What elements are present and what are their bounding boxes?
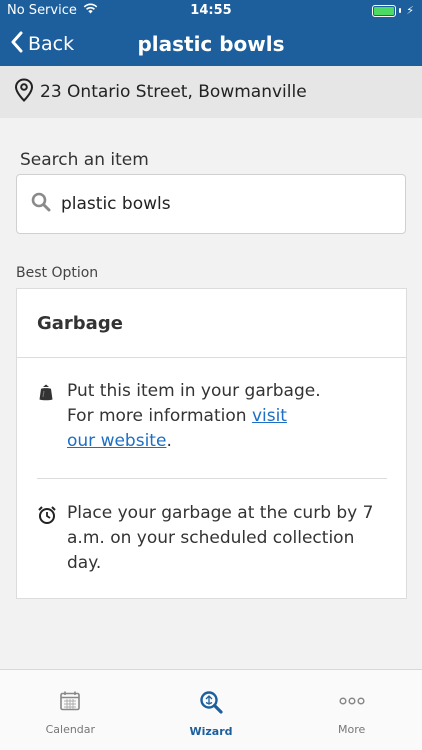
status-bar: No Service 14:55 ⚡	[0, 0, 422, 22]
battery-indicator: ⚡	[372, 4, 414, 17]
schedule-row: Place your garbage at the curb by 7 a.m.…	[37, 501, 387, 576]
tab-label: Calendar	[45, 723, 96, 736]
tab-bar: Calendar Wizard More	[0, 669, 422, 750]
schedule-text: Place your garbage at the curb by 7 a.m.…	[67, 503, 374, 573]
result-card: Garbage Put this item in your garbage. F…	[16, 288, 407, 599]
navigation-bar: plastic bowls Back	[0, 22, 422, 66]
alarm-clock-icon	[37, 501, 57, 576]
address-text: 23 Ontario Street, Bowmanville	[40, 82, 307, 102]
status-time: 14:55	[190, 3, 232, 18]
instruction-row: Put this item in your garbage. For more …	[37, 379, 387, 454]
chevron-left-icon	[10, 31, 24, 58]
website-link[interactable]: our website	[67, 431, 166, 451]
search-value: plastic bowls	[61, 194, 171, 214]
instruction-suffix: .	[166, 431, 172, 451]
location-pin-icon	[14, 77, 34, 107]
garbage-bag-icon	[37, 379, 57, 454]
tab-calendar[interactable]: Calendar	[0, 670, 141, 750]
tab-label: More	[338, 723, 366, 736]
search-icon	[31, 192, 51, 217]
tab-wizard[interactable]: Wizard	[141, 670, 282, 750]
instruction-line1: Put this item in your garbage.	[67, 381, 321, 401]
charging-bolt-icon: ⚡	[406, 4, 414, 17]
tab-label: Wizard	[189, 725, 233, 738]
back-button[interactable]: Back	[10, 22, 74, 66]
tab-more[interactable]: More	[281, 670, 422, 750]
visit-link[interactable]: visit	[252, 406, 287, 426]
battery-icon	[372, 4, 397, 17]
result-title: Garbage	[17, 289, 406, 358]
search-input[interactable]: plastic bowls	[16, 174, 406, 234]
more-dots-icon	[339, 690, 365, 715]
instruction-prefix: For more information	[67, 406, 252, 426]
calendar-icon	[59, 690, 81, 715]
divider	[37, 478, 387, 479]
wizard-search-icon	[199, 690, 223, 717]
section-label: Best Option	[16, 265, 99, 281]
address-bar[interactable]: 23 Ontario Street, Bowmanville	[0, 66, 422, 118]
search-label: Search an item	[20, 150, 149, 170]
back-label: Back	[28, 33, 75, 55]
